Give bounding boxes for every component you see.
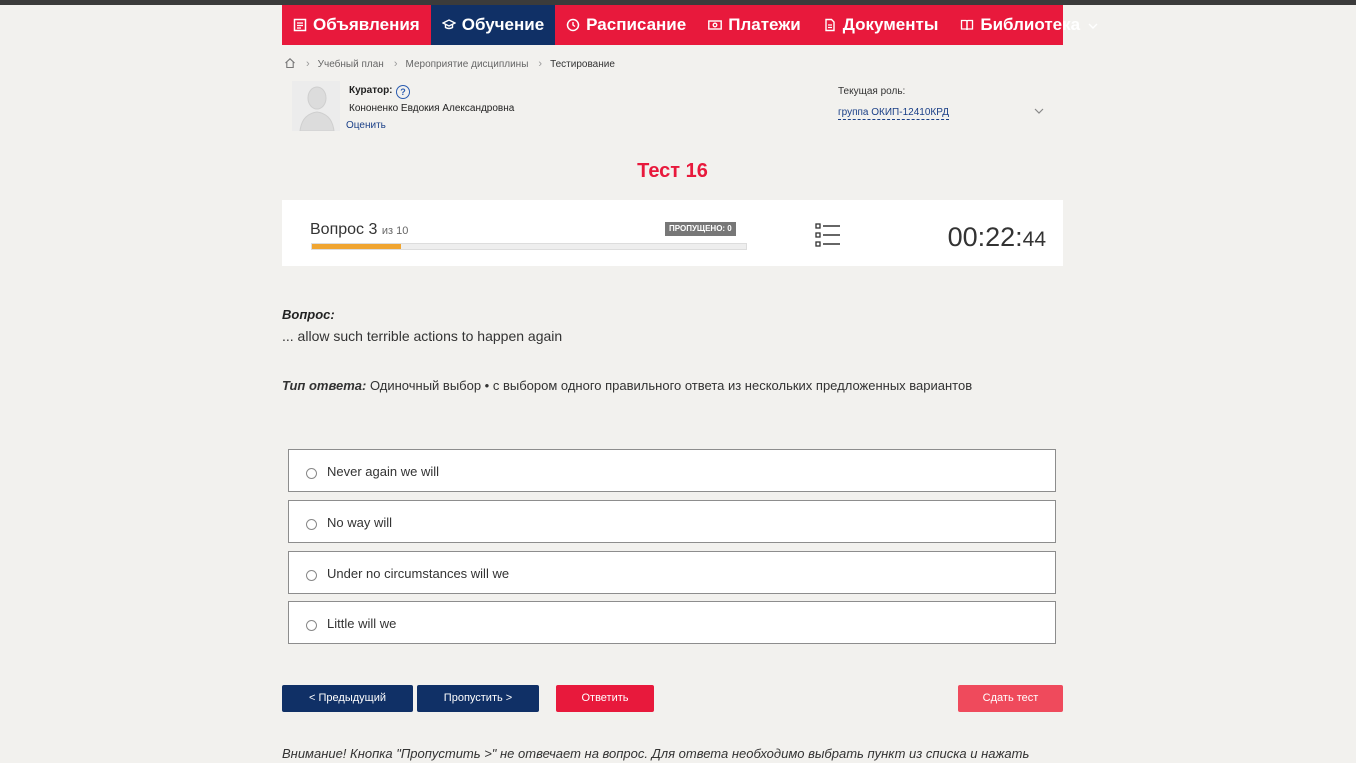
chevron-right-icon: ›	[538, 58, 543, 70]
answer-option-label: Never again we will	[327, 464, 439, 479]
submit-test-button[interactable]: Сдать тест	[958, 685, 1063, 712]
progress-bar	[311, 243, 747, 250]
rate-curator-link[interactable]: Оценить	[346, 120, 386, 131]
nav-label: Платежи	[728, 15, 801, 34]
graduation-cap-icon	[441, 18, 456, 32]
radio-button[interactable]	[306, 468, 317, 479]
nav-item-announcements[interactable]: Объявления	[282, 5, 431, 45]
nav-label: Расписание	[586, 15, 687, 34]
radio-button[interactable]	[306, 519, 317, 530]
payments-icon	[708, 18, 723, 32]
radio-button[interactable]	[306, 570, 317, 581]
help-icon[interactable]: ?	[396, 85, 410, 99]
nav-label: Обучение	[461, 15, 545, 34]
answer-type-value: Одиночный выбор • с выбором одного прави…	[369, 378, 973, 393]
nav-item-payments[interactable]: Платежи	[697, 5, 812, 45]
timer-main: 00:22:	[947, 222, 1023, 252]
announcements-icon	[293, 18, 307, 32]
timer: 00:22:44	[948, 222, 1046, 253]
chevron-right-icon: ›	[393, 58, 398, 70]
book-icon	[960, 18, 974, 32]
progress-panel: Вопрос 3 из 10 ПРОПУЩЕНО: 0 00:22:44	[282, 200, 1063, 266]
skip-button[interactable]: Пропустить >	[417, 685, 539, 712]
chevron-down-icon[interactable]	[1033, 104, 1045, 122]
breadcrumb-item-curriculum[interactable]: Учебный план	[318, 59, 384, 70]
question-heading: Вопрос:	[282, 307, 335, 322]
test-title: Тест 16	[637, 160, 708, 182]
question-text: ... allow such terrible actions to happe…	[282, 328, 563, 344]
nav-item-learning[interactable]: Обучение	[430, 5, 556, 45]
role-label: Текущая роль:	[838, 86, 906, 97]
nav-item-schedule[interactable]: Расписание	[555, 5, 697, 45]
answer-option[interactable]: Never again we will	[288, 449, 1056, 492]
answer-option-label: No way will	[327, 515, 393, 530]
breadcrumb: › Учебный план › Мероприятие дисциплины …	[284, 57, 615, 71]
answer-option-label: Under no circumstances will we	[327, 566, 510, 581]
answer-option[interactable]: Little will we	[288, 601, 1056, 644]
curator-label: Куратор:	[349, 85, 393, 96]
curator-name: Кононенко Евдокия Александровна	[349, 103, 515, 114]
answer-option[interactable]: Under no circumstances will we	[288, 551, 1056, 594]
answer-option[interactable]: No way will	[288, 500, 1056, 543]
question-list-icon[interactable]	[815, 223, 841, 252]
radio-button[interactable]	[306, 620, 317, 631]
avatar	[292, 81, 340, 131]
role-select[interactable]: группа ОКИП-12410КРД	[838, 107, 949, 120]
skipped-badge: ПРОПУЩЕНО: 0	[665, 222, 736, 236]
nav-item-documents[interactable]: Документы	[812, 5, 950, 45]
progress-fill	[312, 244, 401, 249]
question-counter: Вопрос 3 из 10	[310, 221, 408, 239]
timer-seconds: 44	[1022, 228, 1046, 251]
clock-icon	[566, 18, 580, 32]
answer-type: Тип ответа: Одиночный выбор • с выбором …	[282, 378, 972, 393]
main-nav: Объявления Обучение Расписание Платежи Д…	[282, 5, 1098, 45]
nav-label: Библиотека	[980, 15, 1081, 34]
nav-label: Объявления	[313, 15, 420, 34]
breadcrumb-item-testing: Тестирование	[550, 58, 615, 70]
chevron-right-icon: ›	[306, 58, 310, 70]
nav-label: Документы	[842, 15, 939, 34]
document-icon	[823, 18, 837, 32]
answer-option-label: Little will we	[327, 616, 397, 631]
chevron-down-icon	[1088, 15, 1098, 35]
home-icon[interactable]	[284, 57, 296, 72]
nav-item-library[interactable]: Библиотека	[949, 5, 1109, 45]
question-total: из 10	[381, 225, 409, 237]
question-number: Вопрос 3	[310, 221, 378, 238]
answer-type-label: Тип ответа:	[282, 378, 367, 393]
skip-notice: Внимание! Кнопка "Пропустить >" не отвеч…	[282, 746, 1030, 761]
breadcrumb-item-discipline-event[interactable]: Мероприятие дисциплины	[406, 59, 529, 70]
answer-button[interactable]: Ответить	[556, 685, 654, 712]
previous-button[interactable]: < Предыдущий	[282, 685, 413, 712]
